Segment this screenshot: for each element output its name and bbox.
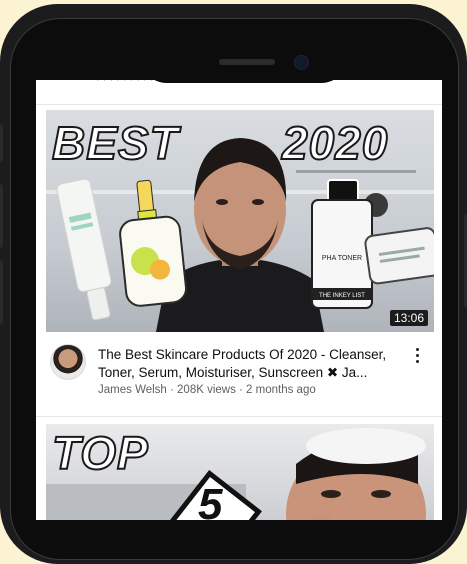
serum-bottle-product (119, 179, 188, 307)
video-thumbnail[interactable]: PHA TONER THE INKEY LIST BEST 2020 13:06 (46, 110, 434, 332)
video-title-line-2: Toner, Serum, Moisturiser, Sunscreen ✖ J… (98, 365, 368, 380)
video-duration-badge: 13:06 (389, 310, 428, 326)
bottle-label-text: PHA TONER (322, 255, 362, 262)
phone-side-button (0, 124, 3, 162)
video-channel-views-age: James Welsh · 208K views · 2 months ago (98, 384, 316, 396)
video-title[interactable]: The Best Skincare Products Of 2020 - Cle… (98, 346, 408, 382)
more-options-icon[interactable] (412, 346, 422, 364)
divider (36, 416, 442, 417)
phone-notch (139, 19, 349, 83)
phone-volume-up-button (0, 184, 3, 248)
foam-shape (306, 428, 426, 464)
video-meta[interactable]: The Best Skincare Products Of 2020 - Cle… (46, 342, 434, 404)
front-camera (294, 55, 309, 70)
bottle-brand-text: THE INKEY LIST (319, 293, 365, 299)
phone-volume-down-button (0, 260, 3, 324)
video-thumbnail-2[interactable]: TOP 5 (46, 424, 434, 520)
thumbnail-title-year: 2020 (281, 116, 389, 170)
tube-product (56, 178, 112, 321)
thumbnail-title-top: TOP (51, 426, 149, 480)
youtube-feed-screen[interactable]: · · · · · · · · · · · · · · · · · · · PH… (36, 80, 442, 520)
video-title-line-1: The Best Skincare Products Of 2020 - Cle… (98, 347, 387, 362)
toner-bottle-product: PHA TONER THE INKEY LIST (311, 179, 373, 309)
speaker-grille (219, 59, 275, 65)
thumbnail-number: 5 (198, 480, 224, 520)
channel-avatar[interactable] (50, 344, 86, 380)
jar-product (364, 227, 434, 285)
divider (36, 104, 442, 105)
thumbnail-title-best: BEST (51, 116, 179, 170)
